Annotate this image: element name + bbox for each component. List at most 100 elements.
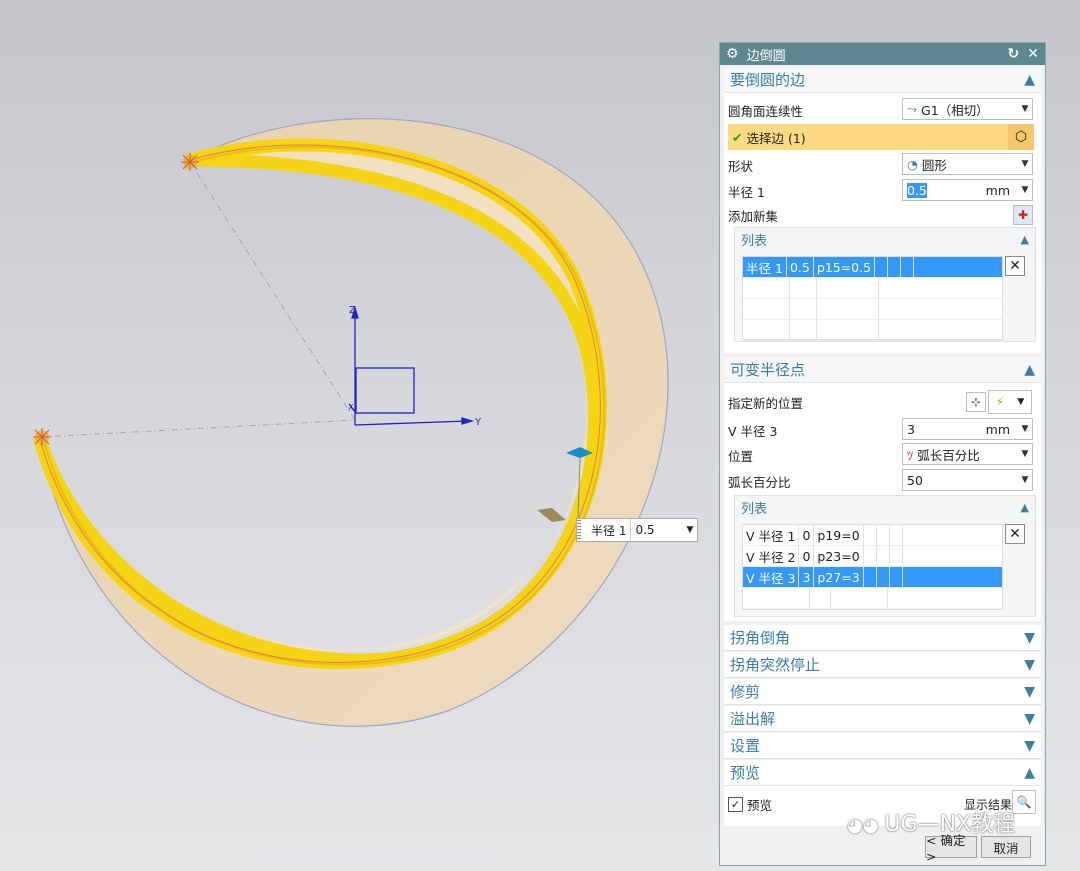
chevron-down-icon[interactable]: ▼ xyxy=(1024,684,1035,700)
chevron-down-icon[interactable]: ▼ xyxy=(1024,657,1035,673)
axis-z-label: Z xyxy=(349,305,356,316)
point-snap-dropdown[interactable]: ⚡ ▼ xyxy=(988,390,1032,414)
table-row xyxy=(743,588,1002,609)
wcs-triad-icon xyxy=(348,305,475,426)
dialog-title: 边倒圆 xyxy=(746,48,786,64)
chevron-down-icon[interactable]: ▼ xyxy=(1018,475,1032,485)
var-radius-list-table: V 半径 1 0 p19=0 V 半径 2 0 p23=0 V 半径 3 3 p… xyxy=(742,524,1003,610)
section-var-radius-header[interactable]: 可变半径点 ▲ xyxy=(724,357,1041,383)
chevron-up-icon[interactable]: ▲ xyxy=(1024,72,1035,88)
dialog-titlebar: ⚙ 边倒圆 ↻ ✕ xyxy=(720,43,1045,65)
magnifier-icon[interactable]: 🔍 xyxy=(1012,790,1036,814)
section-edges-title: 要倒圆的边 xyxy=(730,71,806,89)
add-new-set-label: 添加新集 xyxy=(728,208,779,224)
v-radius-value[interactable]: 3 xyxy=(907,422,986,437)
v-radius-input[interactable]: 3 mm ▼ xyxy=(902,418,1033,440)
section-corner-stop-title: 拐角突然停止 xyxy=(730,656,821,674)
section-trim-title: 修剪 xyxy=(730,683,761,701)
var-radius-list-header[interactable]: 列表 ▲ xyxy=(735,496,1035,518)
start-point-icon xyxy=(181,153,199,171)
gear-icon[interactable]: ⚙ xyxy=(726,46,739,62)
edges-list-title: 列表 xyxy=(741,233,768,249)
radius-value[interactable]: 0.5 xyxy=(907,182,927,198)
section-overflow-header[interactable]: 溢出解 ▼ xyxy=(724,706,1041,732)
table-row[interactable]: V 半径 1 0 p19=0 xyxy=(743,525,1002,546)
section-corner-stop-header[interactable]: 拐角突然停止 ▼ xyxy=(724,652,1041,678)
checkbox-icon[interactable]: ✓ xyxy=(728,796,743,812)
chevron-up-icon[interactable]: ▲ xyxy=(1021,233,1029,246)
chevron-down-icon[interactable]: ▼ xyxy=(1024,711,1035,727)
continuity-value: G1（相切） xyxy=(921,102,989,118)
chevron-up-icon[interactable]: ▲ xyxy=(1021,501,1029,514)
delete-icon[interactable]: ✕ xyxy=(1005,524,1025,544)
point-dialog-icon[interactable]: ⊹ xyxy=(966,392,986,412)
cancel-button[interactable]: 取消 xyxy=(981,836,1031,858)
chevron-down-icon: ▼ xyxy=(1021,159,1029,169)
radius-unit: mm xyxy=(985,182,1010,198)
chevron-up-icon[interactable]: ▲ xyxy=(1024,765,1035,781)
table-row[interactable]: V 半径 2 0 p23=0 xyxy=(743,546,1002,567)
section-var-radius-title: 可变半径点 xyxy=(730,361,806,379)
edges-list-table: 半径 1 0.5 p15=0.5 xyxy=(742,256,1003,341)
mini-radius-value[interactable]: 0.5 xyxy=(631,523,683,537)
table-row xyxy=(743,278,1002,299)
section-preview-title: 预览 xyxy=(730,764,761,782)
section-overflow-title: 溢出解 xyxy=(730,710,776,728)
wand-icon: ⚡ xyxy=(995,395,1005,409)
ok-button[interactable]: < 确定 > xyxy=(925,833,977,864)
chevron-down-icon[interactable]: ▼ xyxy=(1024,738,1035,754)
chevron-up-icon[interactable]: ▲ xyxy=(1024,362,1035,378)
edge-blend-dialog: ⚙ 边倒圆 ↻ ✕ 要倒圆的边 ▲ 圆角面连续性 ⤳ G1（相切） ▼ ✔ 选择边… xyxy=(719,42,1046,866)
v-radius-unit: mm xyxy=(985,421,1010,437)
var-radius-list-title: 列表 xyxy=(741,501,768,517)
drag-grip-icon[interactable] xyxy=(577,520,581,540)
crescent-body xyxy=(39,118,669,727)
section-settings-header[interactable]: 设置 ▼ xyxy=(724,733,1041,759)
section-corner-chamfer-title: 拐角倒角 xyxy=(730,629,791,647)
tangent-icon: ⤳ xyxy=(907,101,918,116)
chevron-down-icon: ▼ xyxy=(1021,104,1029,114)
section-settings-title: 设置 xyxy=(730,737,761,755)
close-icon[interactable]: ✕ xyxy=(1027,46,1039,62)
delete-icon[interactable]: ✕ xyxy=(1005,256,1025,276)
select-edge-row[interactable]: ✔ 选择边 (1) ⬡ xyxy=(728,124,1034,150)
mini-radius-label: 半径 1 xyxy=(577,519,632,541)
axis-y-label: Y xyxy=(474,417,482,428)
chevron-down-icon[interactable]: ▼ xyxy=(683,525,697,535)
shape-value: 圆形 xyxy=(921,157,947,173)
position-value: 弧长百分比 xyxy=(917,447,980,463)
section-trim-header[interactable]: 修剪 ▼ xyxy=(724,679,1041,705)
arc-pct-value[interactable]: 50 xyxy=(907,473,1018,488)
chevron-down-icon: ▼ xyxy=(1017,397,1025,407)
radius-input[interactable]: 0.5 mm ▼ xyxy=(902,179,1033,201)
end-point-icon xyxy=(33,428,51,446)
table-row xyxy=(743,299,1002,320)
chevron-down-icon[interactable]: ▼ xyxy=(1024,630,1035,646)
var-radius-list-box: 列表 ▲ V 半径 1 0 p19=0 V 半径 2 0 p23=0 V 半径 … xyxy=(734,495,1036,617)
radius-mini-dropdown[interactable]: 半径 1 0.5 ▼ xyxy=(576,518,698,542)
section-preview-header[interactable]: 预览 ▲ xyxy=(724,760,1041,786)
position-dropdown[interactable]: ﾂ弧长百分比 ▼ xyxy=(902,443,1033,465)
circle-shape-icon: ◔ xyxy=(907,156,918,172)
continuity-dropdown[interactable]: ⤳ G1（相切） ▼ xyxy=(902,98,1033,120)
arc-length-icon: ﾂ xyxy=(907,447,914,463)
add-new-set-row: 添加新集 xyxy=(728,204,1038,226)
edges-list-header[interactable]: 列表 ▲ xyxy=(735,228,1035,250)
edges-list-box: 列表 ▲ 半径 1 0.5 p15=0.5 ✕ xyxy=(734,227,1036,342)
axis-x-label: X xyxy=(348,403,354,412)
reset-icon[interactable]: ↻ xyxy=(1008,46,1020,62)
chevron-down-icon: ▼ xyxy=(1021,449,1029,459)
watermark: ◕◕ UG—NX教程 xyxy=(847,806,1015,838)
table-row[interactable]: 半径 1 0.5 p15=0.5 xyxy=(743,257,1002,278)
section-edges-header[interactable]: 要倒圆的边 ▲ xyxy=(724,67,1041,93)
arc-pct-input[interactable]: 50 ▼ xyxy=(902,469,1033,491)
section-corner-chamfer-header[interactable]: 拐角倒角 ▼ xyxy=(724,625,1041,651)
chevron-down-icon[interactable]: ▼ xyxy=(1018,424,1032,434)
shape-dropdown[interactable]: ◔ 圆形 ▼ xyxy=(902,153,1033,175)
add-new-set-icon[interactable]: ✚ xyxy=(1013,205,1033,225)
table-row[interactable]: V 半径 3 3 p27=3 xyxy=(743,567,1002,588)
chevron-down-icon[interactable]: ▼ xyxy=(1018,185,1032,195)
cube-icon[interactable]: ⬡ xyxy=(1008,124,1034,150)
table-row xyxy=(743,320,1002,341)
checkmark-icon: ✔ xyxy=(732,129,743,145)
